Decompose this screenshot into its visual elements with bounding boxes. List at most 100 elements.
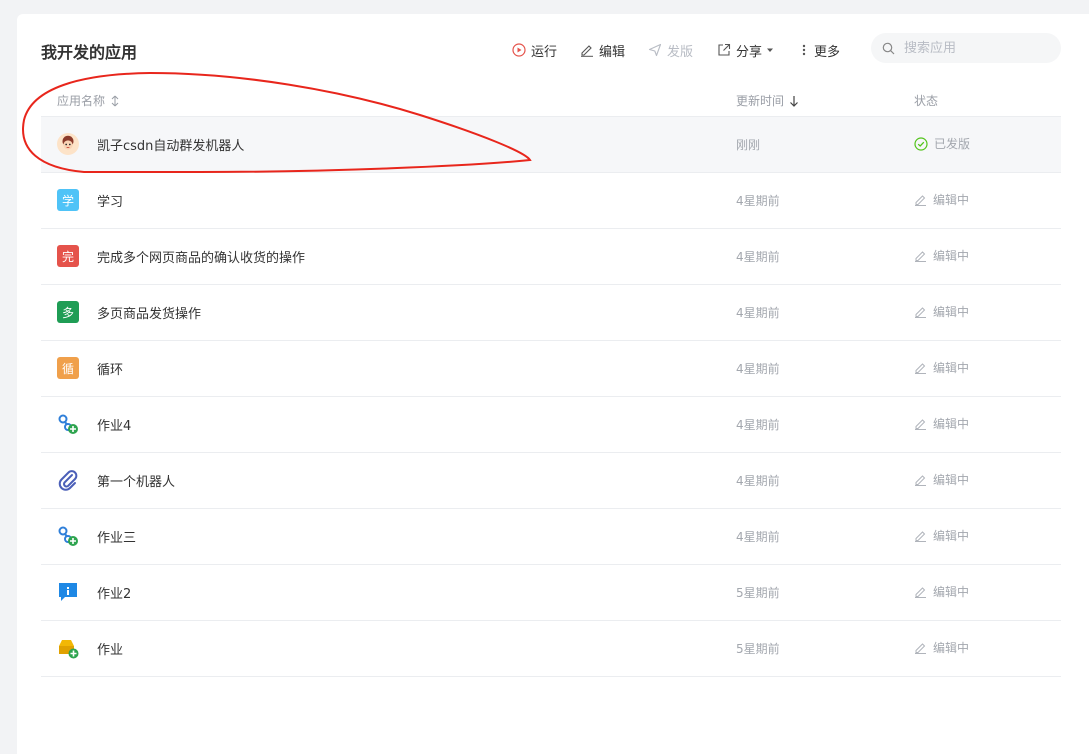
app-row[interactable]: 完 完成多个网页商品的确认收货的操作 4星期前 编辑中 [41, 229, 1061, 285]
column-name-header[interactable]: 应用名称 [57, 92, 120, 109]
app-row[interactable]: 循 循环 4星期前 编辑中 [41, 341, 1061, 397]
pencil-icon [915, 419, 926, 430]
edit-label: 编辑 [599, 44, 626, 60]
app-status: 编辑中 [914, 639, 969, 656]
app-updated-time: 4星期前 [736, 362, 780, 376]
pencil-icon [581, 45, 593, 57]
more-label: 更多 [814, 44, 841, 60]
search-box[interactable] [871, 33, 1061, 63]
app-name[interactable]: 学习 [97, 191, 123, 210]
app-icon-letter: 循 [61, 361, 74, 376]
paperclip-icon [57, 469, 79, 491]
pencil-icon [915, 643, 926, 654]
flow-plus-icon [57, 413, 79, 435]
app-status-label: 编辑中 [933, 417, 970, 431]
table-header: 应用名称 更新时间 状态 [41, 86, 1061, 116]
app-updated-time: 5星期前 [736, 642, 780, 656]
app-name[interactable]: 作业2 [97, 583, 131, 602]
app-icon-letter: 学 [61, 193, 74, 208]
column-status-header: 状态 [914, 92, 938, 109]
app-status: 编辑中 [914, 415, 969, 432]
pencil-icon [915, 363, 926, 374]
publish-label: 发版 [667, 44, 694, 60]
app-status: 编辑中 [914, 303, 969, 320]
app-status: 编辑中 [914, 471, 969, 488]
app-name[interactable]: 循环 [97, 359, 123, 378]
send-icon [648, 43, 662, 57]
sort-icon [111, 95, 119, 106]
app-row[interactable]: 学 学习 4星期前 编辑中 [41, 173, 1061, 229]
edit-button[interactable]: 编辑 [580, 40, 625, 60]
apps-panel: 我开发的应用 运行 编辑 发版 分享 更多 应用名称 [17, 14, 1089, 754]
app-name[interactable]: 作业三 [97, 527, 136, 546]
page-title: 我开发的应用 [41, 43, 138, 62]
flow-plus-icon [57, 525, 79, 547]
share-label: 分享 [736, 44, 763, 60]
share-icon [718, 43, 731, 56]
app-status-label: 编辑中 [933, 305, 970, 319]
pencil-icon [915, 307, 926, 318]
app-status: 编辑中 [914, 191, 969, 208]
app-updated-time: 4星期前 [736, 250, 780, 264]
more-dots-icon [802, 44, 806, 56]
app-status-label: 编辑中 [933, 193, 970, 207]
pencil-icon [915, 251, 926, 262]
share-button[interactable]: 分享 [717, 40, 780, 60]
app-updated-time: 4星期前 [736, 418, 780, 432]
app-row[interactable]: 作业2 5星期前 编辑中 [41, 565, 1061, 621]
column-time-label: 更新时间 [736, 94, 785, 108]
app-updated-time: 4星期前 [736, 306, 780, 320]
pencil-icon [915, 475, 926, 486]
arrow-down-icon [790, 95, 798, 107]
app-updated-time: 4星期前 [736, 530, 780, 544]
app-name[interactable]: 第一个机器人 [97, 471, 175, 490]
app-status-label: 编辑中 [933, 473, 970, 487]
app-status-label: 编辑中 [933, 249, 970, 263]
app-status: 编辑中 [914, 359, 969, 376]
app-row[interactable]: 多 多页商品发货操作 4星期前 编辑中 [41, 285, 1061, 341]
column-status-label: 状态 [914, 94, 939, 108]
app-status: 编辑中 [914, 247, 969, 264]
app-list: 凯子csdn自动群发机器人 刚刚 已发版学学习 4星期前 编辑中完完成多个网页商品的确认… [41, 116, 1061, 677]
app-updated-time: 5星期前 [736, 586, 780, 600]
app-name[interactable]: 凯子csdn自动群发机器人 [97, 135, 244, 154]
pencil-icon [915, 195, 926, 206]
publish-button[interactable]: 发版 [648, 40, 693, 60]
folder-plus-icon [57, 637, 79, 659]
app-name[interactable]: 多页商品发货操作 [97, 303, 201, 322]
app-row[interactable]: 作业 5星期前 编辑中 [41, 621, 1061, 677]
letter-icon: 多 [57, 301, 79, 323]
app-name[interactable]: 作业 [97, 639, 123, 658]
letter-icon: 完 [57, 245, 79, 267]
app-status-label: 编辑中 [933, 529, 970, 543]
letter-icon: 学 [57, 189, 79, 211]
app-name[interactable]: 完成多个网页商品的确认收货的操作 [97, 247, 305, 266]
app-name[interactable]: 作业4 [97, 415, 131, 434]
letter-icon: 循 [57, 357, 79, 379]
pencil-icon [915, 531, 926, 542]
app-icon-letter: 多 [61, 305, 74, 320]
play-circle-icon [512, 43, 526, 57]
app-status: 编辑中 [914, 583, 969, 600]
pencil-icon [915, 587, 926, 598]
app-row[interactable]: 作业4 4星期前 编辑中 [41, 397, 1061, 453]
app-row[interactable]: 第一个机器人 4星期前 编辑中 [41, 453, 1061, 509]
column-time-header[interactable]: 更新时间 [736, 92, 799, 109]
search-input[interactable] [902, 39, 1046, 57]
app-row[interactable]: 作业三 4星期前 编辑中 [41, 509, 1061, 565]
search-icon [882, 42, 895, 54]
caret-down-icon [767, 48, 774, 52]
app-row[interactable]: 凯子csdn自动群发机器人 刚刚 已发版 [41, 116, 1061, 173]
app-status: 编辑中 [914, 527, 969, 544]
more-button[interactable]: 更多 [799, 40, 840, 60]
column-name-label: 应用名称 [57, 94, 106, 108]
info-bubble-icon [57, 581, 79, 603]
run-label: 运行 [531, 44, 558, 60]
app-status-label: 已发版 [934, 137, 971, 151]
app-status-label: 编辑中 [933, 585, 970, 599]
check-circle-icon [914, 136, 928, 151]
run-button[interactable]: 运行 [512, 40, 557, 60]
app-updated-time: 4星期前 [736, 194, 780, 208]
app-updated-time: 刚刚 [736, 138, 761, 152]
avatar-icon [57, 133, 79, 155]
